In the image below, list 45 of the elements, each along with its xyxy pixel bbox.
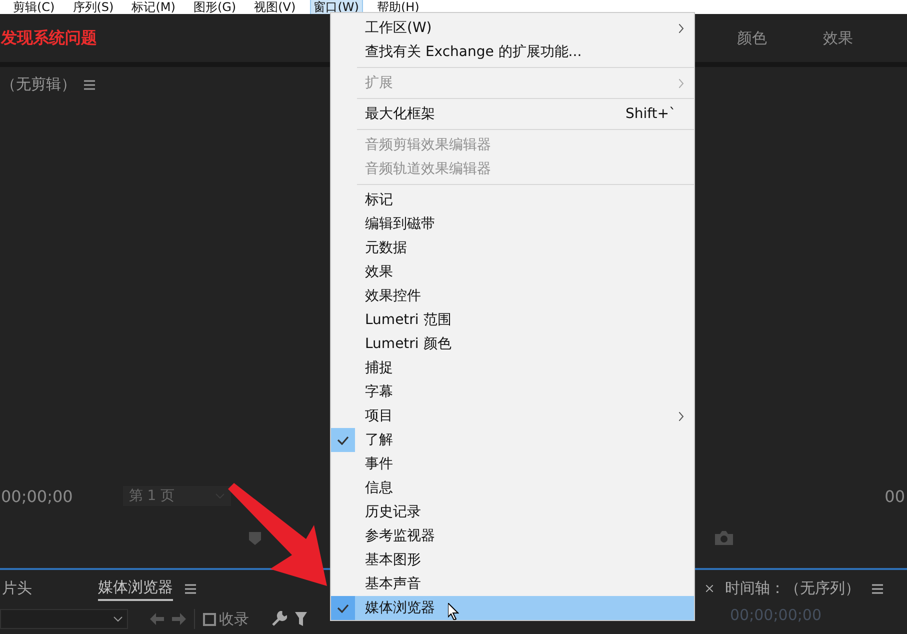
- menu-item[interactable]: 项目: [331, 404, 694, 428]
- menu-item[interactable]: 事件: [331, 452, 694, 476]
- menu-bar-item[interactable]: 帮助(H): [374, 0, 422, 14]
- menu-item[interactable]: 参考监视器: [331, 524, 694, 548]
- timecode: 00;00;00: [1, 486, 73, 506]
- menu-item[interactable]: 历史记录: [331, 500, 694, 524]
- filter-icon[interactable]: [295, 612, 307, 626]
- panel-tab[interactable]: 媒体浏览器: [98, 576, 173, 600]
- wrench-icon[interactable]: [271, 611, 287, 627]
- menu-item[interactable]: 字幕: [331, 380, 694, 404]
- menu-bar-item[interactable]: 标记(M): [128, 0, 178, 14]
- workspace-tab[interactable]: 颜色: [737, 28, 767, 48]
- menu-item[interactable]: 元数据: [331, 236, 694, 260]
- menu-item[interactable]: 工作区(W): [331, 16, 694, 40]
- menu-bar-item[interactable]: 序列(S): [70, 0, 117, 14]
- menu-item[interactable]: Lumetri 颜色: [331, 332, 694, 356]
- timecode: 00;00;00;00: [730, 606, 823, 624]
- timeline-tab[interactable]: 时间轴：（无序列）: [725, 576, 860, 600]
- menu-item[interactable]: Lumetri 范围: [331, 308, 694, 332]
- marker-icon[interactable]: [249, 532, 261, 544]
- alert-text: 发现系统问题: [1, 28, 97, 48]
- menu-bar-item[interactable]: 剪辑(C): [10, 0, 58, 14]
- menu-item[interactable]: 基本图形: [331, 548, 694, 572]
- menu-item[interactable]: 查找有关 Exchange 的扩展功能...: [331, 40, 694, 64]
- menu-item[interactable]: 信息: [331, 476, 694, 500]
- menu-item[interactable]: 效果: [331, 260, 694, 284]
- menu-item[interactable]: 基本声音: [331, 572, 694, 596]
- menu-item[interactable]: 最大化框架 Shift+`: [331, 102, 694, 126]
- timecode: 00: [884, 486, 905, 506]
- panel-tab[interactable]: 片头: [2, 576, 32, 600]
- menu-item[interactable]: 编辑到磁带: [331, 212, 694, 236]
- menu-bar-item[interactable]: 图形(G): [190, 0, 240, 14]
- cursor-icon: [448, 603, 459, 620]
- menu-item[interactable]: 捕捉: [331, 356, 694, 380]
- workspace-tab[interactable]: 效果: [823, 28, 853, 48]
- menu-bar-item[interactable]: 视图(V): [251, 0, 299, 14]
- menu-item[interactable]: 了解: [331, 428, 694, 452]
- menu-item[interactable]: 效果控件: [331, 284, 694, 308]
- chevron-down-icon: [113, 616, 123, 622]
- close-icon[interactable]: [706, 584, 713, 592]
- panel-title: （无剪辑）: [1, 75, 76, 94]
- menu-item[interactable]: 媒体浏览器: [331, 596, 694, 620]
- ingest-checkbox[interactable]: 收录: [203, 610, 249, 628]
- menu-bar-item[interactable]: 窗口(W): [310, 0, 362, 14]
- menu-item[interactable]: 标记: [331, 188, 694, 212]
